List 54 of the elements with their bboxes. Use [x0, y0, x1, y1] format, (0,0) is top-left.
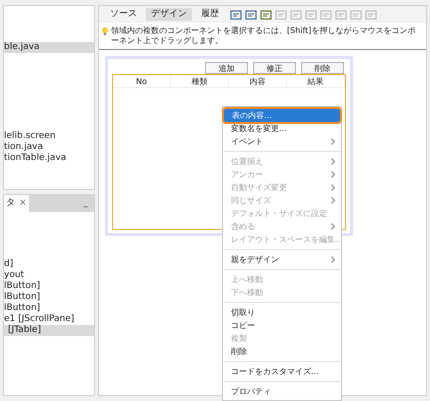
tree-item[interactable]: [JTable] — [4, 325, 94, 336]
tree-item[interactable]: lButton] — [4, 281, 94, 292]
menu-item-label: プロパティ — [231, 386, 271, 398]
menu-item-label: レイアウト・スペースを編集... — [231, 234, 343, 246]
menu-item-label: 同じサイズ — [231, 195, 271, 207]
minimize-icon[interactable]: _ — [84, 196, 88, 210]
menu-item[interactable]: 削除 — [223, 345, 341, 358]
tree-item[interactable]: tionTable.java — [4, 153, 94, 164]
menu-item-label: 下へ移動 — [231, 287, 263, 299]
hint-text: 領域内の複数のコンポーネントを選択するには、[Shift]を押しながらマウスをコンポーネント上でドラッグします。 — [111, 26, 416, 46]
editor-tab[interactable]: ソース — [105, 8, 142, 21]
menu-item-label: 変数名を変更... — [231, 123, 287, 135]
menu-item[interactable]: コピー — [223, 319, 341, 332]
menu-item[interactable]: イベント — [223, 135, 341, 148]
tree-item[interactable]: tion.java — [4, 142, 94, 153]
menu-item-label: コードをカスタマイズ... — [231, 366, 319, 378]
menu-item[interactable]: 親をデザイン — [223, 253, 341, 266]
menu-item-label: イベント — [231, 136, 263, 148]
menu-item-label: 親をデザイン — [231, 254, 279, 266]
tree-item[interactable]: ble.java — [4, 42, 94, 53]
menu-item-label: 削除 — [231, 346, 247, 358]
menu-item[interactable]: 切取り — [223, 306, 341, 319]
panel-tab-label[interactable]: タ — [6, 196, 15, 210]
editor-tab[interactable]: 履歴 — [196, 8, 224, 21]
design-button[interactable]: 追加 — [205, 62, 248, 74]
menu-item[interactable]: 表の内容... — [224, 109, 340, 122]
menu-item-label: 上へ移動 — [231, 274, 263, 286]
tree-item[interactable]: lButton] — [4, 292, 94, 303]
menu-item[interactable]: プロパティ — [223, 385, 341, 398]
design-button[interactable]: 削除 — [301, 62, 344, 74]
column-header[interactable]: 結果 — [287, 75, 345, 87]
menu-item-label: デフォルト・サイズに設定 — [231, 208, 327, 220]
close-icon[interactable]: × — [19, 196, 27, 210]
menu-item-label: 含める — [231, 221, 255, 233]
menu-item-label: 複製 — [231, 333, 247, 345]
menu-item[interactable]: コードをカスタマイズ... — [223, 365, 341, 378]
menu-item-label: 表の内容... — [232, 110, 272, 122]
design-button[interactable]: 修正 — [253, 62, 296, 74]
menu-item[interactable]: 変数名を変更... — [223, 122, 341, 135]
editor-tab[interactable]: デザイン — [146, 8, 192, 21]
menu-item-label: アンカー — [231, 169, 263, 181]
menu-item-label: コピー — [231, 320, 255, 332]
menu-item-label: 位置揃え — [231, 156, 263, 168]
tree-item[interactable]: lelib.screen — [4, 131, 94, 142]
column-header[interactable]: 種類 — [171, 75, 229, 87]
tree-item[interactable]: yout — [4, 270, 94, 281]
tree-item[interactable]: e1 [JScrollPane] — [4, 314, 94, 325]
column-header[interactable]: 内容 — [229, 75, 287, 87]
column-header[interactable]: No — [113, 75, 171, 87]
lightbulb-icon — [102, 26, 108, 37]
menu-item-label: 切取り — [231, 307, 255, 319]
tree-item[interactable]: lButton] — [4, 303, 94, 314]
menu-item-label: 自動サイズ変更 — [231, 182, 287, 194]
tree-item[interactable]: d] — [4, 259, 94, 270]
